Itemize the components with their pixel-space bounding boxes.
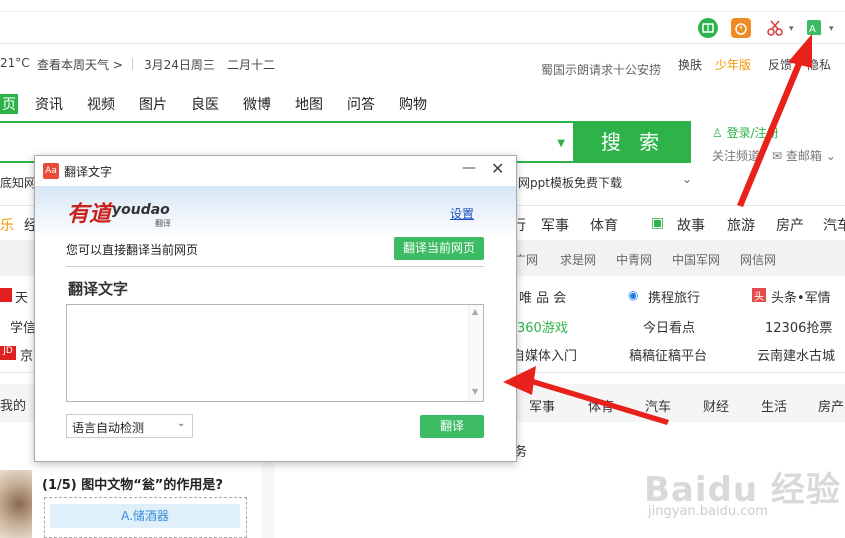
arrow-to-dialog — [503, 366, 669, 425]
arrow-to-toolbar — [737, 34, 812, 207]
annotation-arrows — [503, 34, 812, 425]
watermark-url: jingyan.baidu.com — [648, 504, 768, 519]
baidu-watermark: Baidu 经验 jingyan.baidu.com — [640, 462, 840, 532]
